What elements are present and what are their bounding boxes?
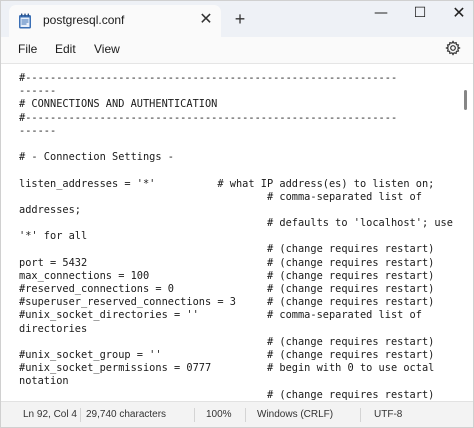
status-bar: Ln 92, Col 4 29,740 characters 100% Wind… [1,401,473,427]
editor-line[interactable]: # (change requires restart) [19,389,459,402]
editor-line[interactable]: addresses; [19,204,459,217]
editor-line[interactable]: #superuser_reserved_connections = 3 # (c… [19,296,459,309]
maximize-button[interactable]: ☐ [400,1,440,27]
vertical-scrollbar-thumb[interactable] [464,90,467,110]
close-window-button[interactable]: ✕ [439,1,473,27]
editor-line[interactable]: listen_addresses = '*' # what IP address… [19,178,459,191]
menu-file[interactable]: File [18,40,37,58]
editor-line[interactable]: # (change requires restart) [19,243,459,256]
menu-edit[interactable]: Edit [55,40,76,58]
editor-line[interactable] [19,164,459,177]
editor-text[interactable]: #---------------------------------------… [19,72,459,402]
notepad-window: postgresql.conf ✕ + — ☐ ✕ File Edit View… [0,0,474,428]
character-count: 29,740 characters [86,409,167,420]
editor-line[interactable]: #---------------------------------------… [19,112,459,125]
line-ending: Windows (CRLF) [257,409,334,420]
text-editor[interactable]: #---------------------------------------… [1,63,473,402]
editor-line[interactable]: #unix_socket_permissions = 0777 # begin … [19,362,459,375]
minimize-button[interactable]: — [361,1,401,27]
editor-line[interactable]: #unix_socket_directories = '' # comma-se… [19,309,459,322]
editor-line[interactable]: ------ [19,85,459,98]
editor-line[interactable]: notation [19,375,459,388]
status-divider [245,408,246,422]
editor-line[interactable]: ------ [19,125,459,138]
encoding: UTF-8 [374,409,403,420]
editor-line[interactable]: # comma-separated list of [19,191,459,204]
editor-line[interactable]: # CONNECTIONS AND AUTHENTICATION [19,98,459,111]
editor-line[interactable]: #---------------------------------------… [19,72,459,85]
editor-line[interactable]: '*' for all [19,230,459,243]
zoom-level: 100% [206,409,232,420]
editor-line[interactable]: # (change requires restart) [19,336,459,349]
cursor-position: Ln 92, Col 4 [23,409,77,420]
gear-icon[interactable] [445,40,461,56]
tab-postgresql-conf[interactable]: postgresql.conf ✕ [9,5,221,37]
status-divider [194,408,195,422]
editor-line[interactable]: port = 5432 # (change requires restart) [19,257,459,270]
status-divider [80,408,81,422]
editor-line[interactable]: #unix_socket_group = '' # (change requir… [19,349,459,362]
tab-title: postgresql.conf [43,13,125,27]
editor-line[interactable]: max_connections = 100 # (change requires… [19,270,459,283]
editor-line[interactable]: #reserved_connections = 0 # (change requ… [19,283,459,296]
menu-view[interactable]: View [94,40,120,58]
editor-line[interactable]: # - Connection Settings - [19,151,459,164]
status-divider [360,408,361,422]
editor-line[interactable]: # defaults to 'localhost'; use [19,217,459,230]
new-tab-button[interactable]: + [230,9,250,29]
editor-line[interactable]: directories [19,323,459,336]
title-bar: postgresql.conf ✕ + — ☐ ✕ [1,1,473,37]
menu-bar: File Edit View [1,37,473,63]
editor-line[interactable] [19,138,459,151]
notepad-file-icon [19,13,31,29]
tab-close-icon[interactable]: ✕ [197,11,215,29]
